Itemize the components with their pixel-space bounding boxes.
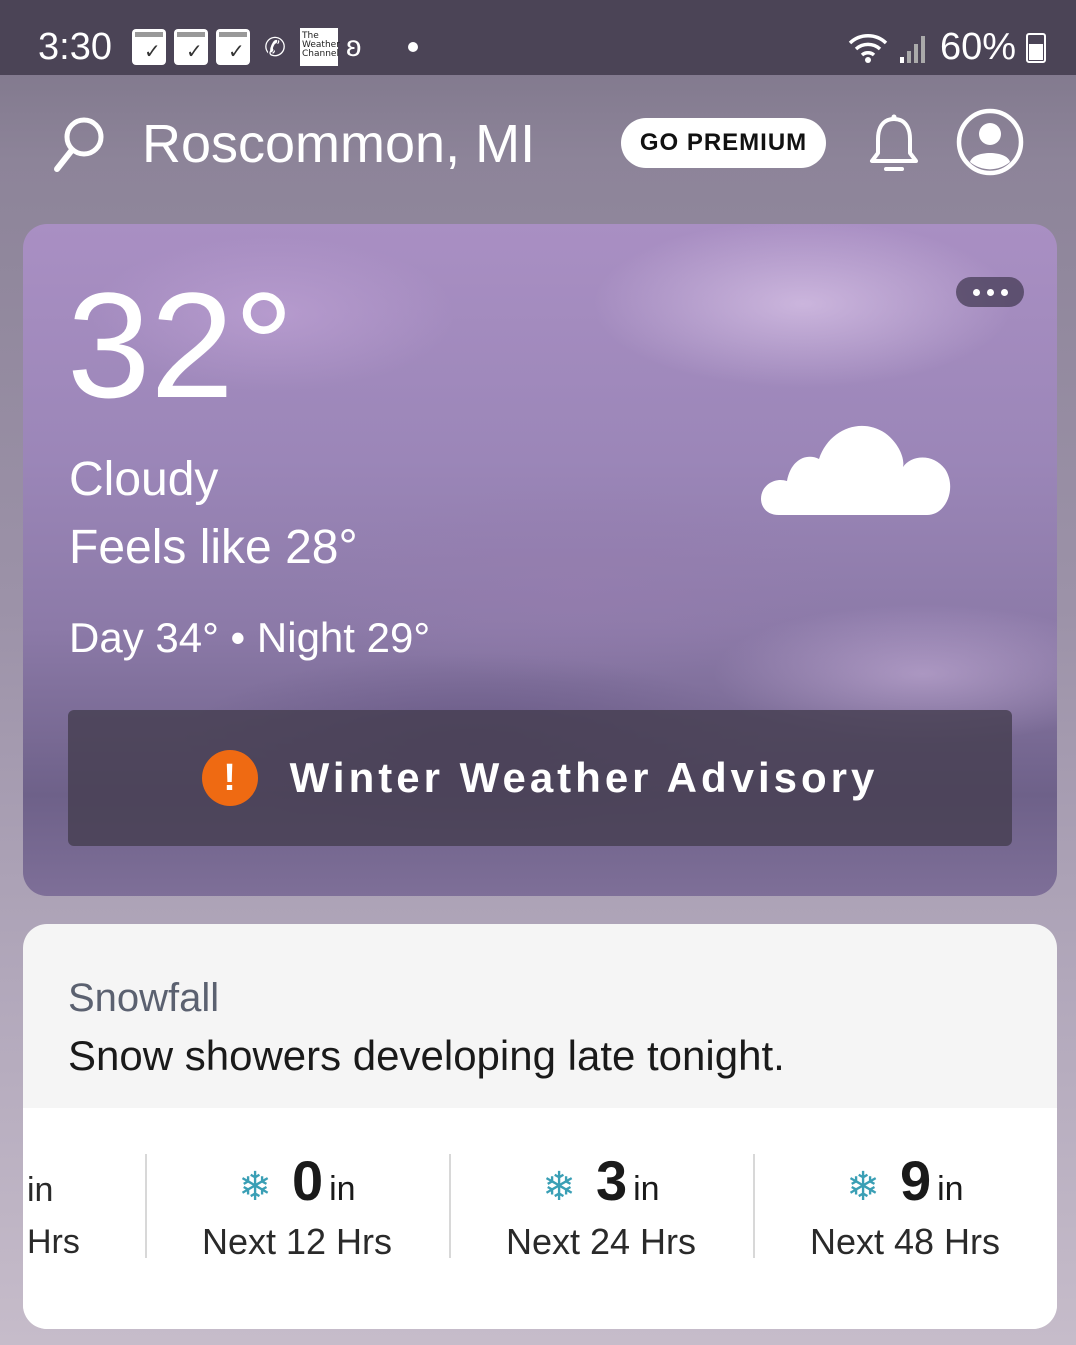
snowfall-card[interactable]: Snowfall Snow showers developing late to… [23,924,1057,1329]
snowfall-item-12h[interactable]: ❄ 0 in Next 12 Hrs [147,1148,447,1263]
go-premium-button[interactable]: GO PREMIUM [621,118,826,168]
day-night-temps: Day 34° • Night 29° [69,614,431,661]
wifi-icon [848,33,888,63]
wifi-calling-icon: ✆ [264,31,286,62]
snowflake-icon: ❄ [542,1165,576,1209]
search-icon[interactable] [52,115,106,175]
battery-icon [1026,32,1046,63]
snow-unit: in [937,1170,964,1208]
notification-icons: ✆ TheWeatherChannel ʚ [132,28,418,66]
signal-icon [899,35,925,63]
dot-icon [1000,288,1008,296]
call-filter-icon [216,29,250,65]
snow-unit: in [329,1170,356,1208]
call-filter-icon [132,29,166,65]
weather-channel-icon: The Weather Channel [300,28,340,66]
status-time: 3:30 [38,26,112,68]
cloud-icon [761,425,951,515]
more-options-button[interactable] [956,277,1024,307]
snow-unit: in [27,1171,54,1209]
bell-icon[interactable] [866,113,922,175]
snow-amount: ❄ 9 in [755,1148,1055,1213]
snow-value: 9 [899,1149,932,1212]
snow-unit: in [633,1170,660,1208]
snowfall-description: Snow showers developing late tonight. [68,1032,785,1079]
condition-text: Cloudy [69,453,219,506]
dot-icon [408,42,418,52]
battery-percent: 60% [939,26,1016,68]
snow-period: Next 48 Hrs [809,1221,1001,1262]
snowfall-item-48h[interactable]: ❄ 9 in Next 48 Hrs [755,1148,1055,1263]
location-name[interactable]: Roscommon, MI [142,113,535,175]
snowflake-icon: ❄ [846,1165,880,1209]
snow-period: Next 12 Hrs [201,1221,393,1262]
dot-icon [986,288,994,296]
snowfall-carousel[interactable]: in Hrs ❄ 0 in Next 12 Hrs ❄ 3 in Next 24… [23,1108,1057,1329]
dot-icon [972,288,980,296]
winter-advisory-banner[interactable]: ! Winter Weather Advisory [68,710,1012,846]
status-bar: 3:30 ✆ TheWeatherChannel ʚ 60% [0,0,1076,75]
call-filter-icon [174,29,208,65]
snow-amount: ❄ 3 in [451,1148,751,1213]
current-conditions-card[interactable]: 32° Cloudy Feels like 28° Day 34° • Nigh… [23,224,1057,896]
current-temperature: 32° [67,261,294,429]
alert-icon: ! [201,750,258,806]
snow-period: Next 24 Hrs [505,1221,697,1262]
snow-value: 0 [291,1149,324,1212]
snowflake-icon: ❄ [238,1165,272,1209]
snow-period: Hrs [27,1223,80,1261]
snow-value: 3 [595,1149,628,1212]
advisory-label: Winter Weather Advisory [289,754,879,801]
snow-amount: ❄ 0 in [147,1148,447,1213]
snowfall-title: Snowfall [68,976,220,1020]
system-indicators: 60% [846,26,1046,69]
feels-like-text: Feels like 28° [69,521,358,574]
hearing-icon: ʚ [346,30,362,63]
account-icon[interactable] [955,107,1025,177]
app-header: Roscommon, MI GO PREMIUM [0,75,1076,215]
snowfall-item-24h[interactable]: ❄ 3 in Next 24 Hrs [451,1148,751,1263]
snowfall-item-partial[interactable]: in Hrs [23,1164,80,1268]
